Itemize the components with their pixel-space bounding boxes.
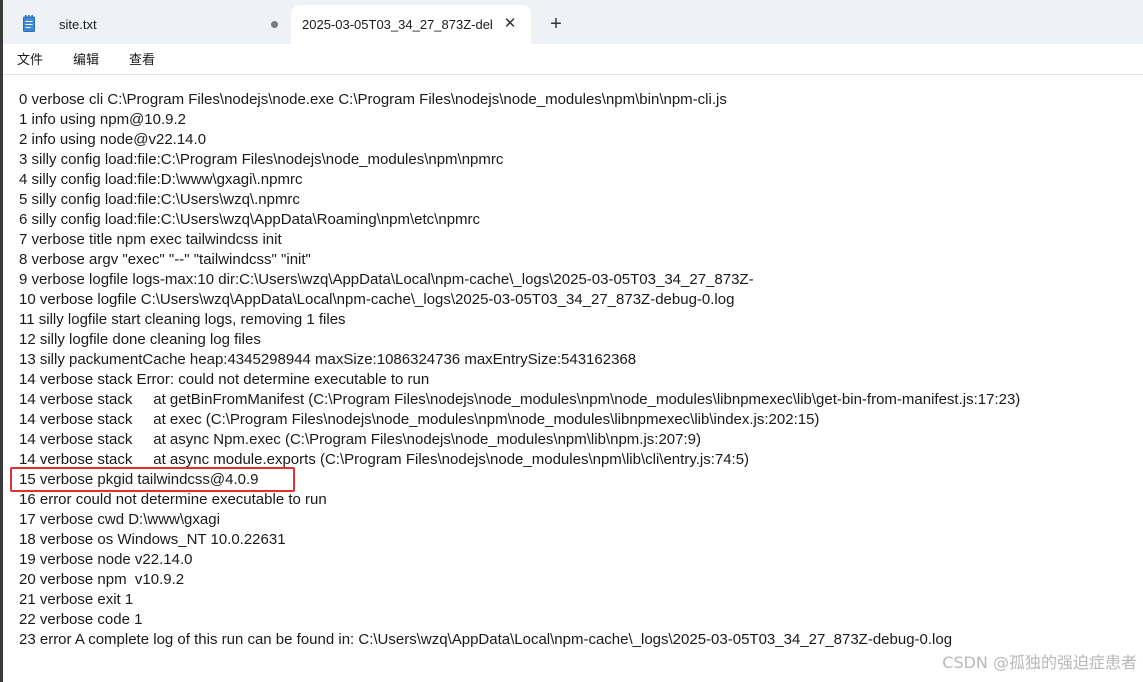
menu-bar: 文件 编辑 查看 <box>3 44 1143 75</box>
log-line: 17 verbose cwd D:\www\gxagi <box>19 511 220 528</box>
notepad-file-icon <box>23 15 35 32</box>
log-line: 18 verbose os Windows_NT 10.0.22631 <box>19 531 286 548</box>
menu-edit[interactable]: 编辑 <box>73 49 99 68</box>
log-line: 3 silly config load:file:C:\Program File… <box>19 151 504 168</box>
log-content: 0 verbose cli C:\Program Files\nodejs\no… <box>19 90 1020 650</box>
log-line: 8 verbose argv "exec" "--" "tailwindcss"… <box>19 251 311 268</box>
log-line: 19 verbose node v22.14.0 <box>19 551 193 568</box>
log-line: 16 error could not determine executable … <box>19 491 327 508</box>
notepad-window: site.txt 2025-03-05T03_34_27_873Z-debug-… <box>0 0 1143 682</box>
log-line: 21 verbose exit 1 <box>19 591 134 608</box>
log-line: 14 verbose stack at exec (C:\Program Fil… <box>19 411 820 428</box>
tab-label: 2025-03-05T03_34_27_873Z-debug-0.log <box>302 17 492 32</box>
log-line: 1 info using npm@10.9.2 <box>19 111 186 128</box>
text-editor[interactable]: 0 verbose cli C:\Program Files\nodejs\no… <box>3 75 1143 682</box>
menu-view[interactable]: 查看 <box>129 49 155 68</box>
log-line: 5 silly config load:file:C:\Users\wzq\.n… <box>19 191 300 208</box>
log-line: 11 silly logfile start cleaning logs, re… <box>19 311 346 328</box>
tab-debug-log[interactable]: 2025-03-05T03_34_27_873Z-debug-0.log ✕ <box>291 5 531 44</box>
log-line: 9 verbose logfile logs-max:10 dir:C:\Use… <box>19 271 754 288</box>
log-line: 14 verbose stack Error: could not determ… <box>19 371 430 388</box>
menu-file[interactable]: 文件 <box>17 49 43 68</box>
log-line: 4 silly config load:file:D:\www\gxagi\.n… <box>19 171 303 188</box>
log-line: 0 verbose cli C:\Program Files\nodejs\no… <box>19 91 727 108</box>
csdn-watermark: CSDN @孤独的强迫症患者 <box>942 653 1137 672</box>
log-line: 7 verbose title npm exec tailwindcss ini… <box>19 231 282 248</box>
log-line: 13 silly packumentCache heap:4345298944 … <box>19 351 637 368</box>
log-line: 14 verbose stack at async Npm.exec (C:\P… <box>19 431 701 448</box>
log-line: 14 verbose stack at getBinFromManifest (… <box>19 391 1021 408</box>
tab-label: site.txt <box>59 17 97 32</box>
log-line: 10 verbose logfile C:\Users\wzq\AppData\… <box>19 291 735 308</box>
tab-site-txt[interactable]: site.txt <box>9 5 287 44</box>
log-line: 23 error A complete log of this run can … <box>19 631 953 648</box>
tab-bar: site.txt 2025-03-05T03_34_27_873Z-debug-… <box>3 0 1143 44</box>
unsaved-indicator-icon <box>271 21 278 28</box>
log-line: 6 silly config load:file:C:\Users\wzq\Ap… <box>19 211 481 228</box>
log-line: 2 info using node@v22.14.0 <box>19 131 207 148</box>
close-tab-icon[interactable]: ✕ <box>499 13 521 35</box>
log-line: 20 verbose npm v10.9.2 <box>19 571 185 588</box>
log-line: 12 silly logfile done cleaning log files <box>19 331 261 348</box>
highlight-box <box>10 467 295 492</box>
new-tab-button[interactable]: + <box>543 12 569 38</box>
log-line: 22 verbose code 1 <box>19 611 143 628</box>
